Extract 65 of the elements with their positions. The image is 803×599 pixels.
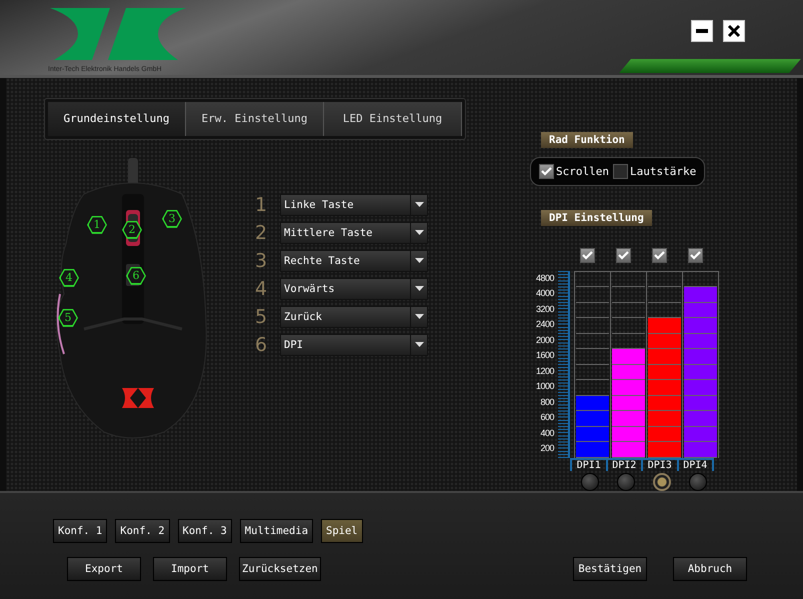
section-label: DPI Einstellung [541,210,652,226]
scale-label: 1600 [534,349,554,362]
logo-icon [48,6,188,62]
close-icon [727,24,741,38]
profile-button[interactable]: Konf. 1 [53,518,108,543]
tab[interactable]: Erw. Einstellung [186,102,324,136]
caret-icon [414,202,424,208]
caret-icon [414,314,424,320]
function-dropdown[interactable]: Zurück [280,306,428,328]
checkbox[interactable] [580,248,594,263]
scale-label: 2400 [534,318,554,332]
checkbox[interactable] [688,248,702,263]
tab[interactable]: Grundeinstellung [48,102,186,136]
scale-label: 3200 [534,302,554,316]
button-number: 1 [254,194,268,216]
checkbox[interactable] [652,248,666,263]
dialog-button[interactable]: Bestätigen [573,556,647,581]
radio-button[interactable] [581,472,599,491]
caret-icon [414,258,424,264]
function-dropdown[interactable]: Vorwärts [280,278,428,300]
profile-button[interactable]: Konf. 3 [178,518,232,543]
scale-label: 400 [539,426,554,440]
checkbox[interactable] [539,164,554,179]
radio-button[interactable] [617,472,635,491]
button-number: 2 [254,222,268,244]
action-button[interactable]: Zurücksetzen [239,556,321,581]
profile-button[interactable]: Konf. 2 [115,518,170,543]
button-number: 3 [254,250,268,272]
scale-label: 4000 [534,287,554,300]
function-dropdown[interactable]: DPI [280,334,428,356]
stage-label: DPI4 [676,460,714,471]
stage-label: DPI1 [570,460,606,471]
minimize-button[interactable] [691,20,713,42]
radio-button[interactable] [689,472,707,491]
scale-label: 800 [539,396,554,409]
action-button[interactable]: Import [153,556,227,581]
scale-label: 4800 [534,272,554,285]
checkbox[interactable] [616,248,630,263]
function-dropdown[interactable]: Rechte Taste [280,250,428,272]
caret-icon [414,286,424,292]
option-label: Lautstärke [630,164,696,178]
scale-label: 1200 [534,364,554,378]
profile-button[interactable]: Spiel [321,518,363,543]
scale-label: 2000 [534,334,554,347]
function-dropdown[interactable]: Linke Taste [280,194,428,216]
button-number: 4 [254,278,268,300]
option-label: Scrollen [556,164,609,178]
button-number: 6 [254,334,268,356]
caret-icon [414,342,424,348]
button-number: 5 [254,306,268,328]
stage-label: DPI3 [641,460,676,471]
profile-button[interactable]: Multimedia [240,518,314,543]
scale-label: 200 [539,442,554,456]
close-button[interactable] [723,20,745,42]
function-dropdown[interactable]: Mittlere Taste [280,222,428,244]
scale-label: 1000 [534,380,554,394]
action-button[interactable]: Export [67,556,141,581]
dialog-button[interactable]: Abbruch [673,556,747,581]
tab[interactable]: LED Einstellung [324,102,462,136]
radio-button[interactable] [653,472,671,491]
section-label: Rad Funktion [541,132,633,148]
checkbox[interactable] [612,164,628,179]
scale-label: 600 [539,411,554,424]
stage-label: DPI2 [606,460,641,471]
caret-icon [414,230,424,236]
